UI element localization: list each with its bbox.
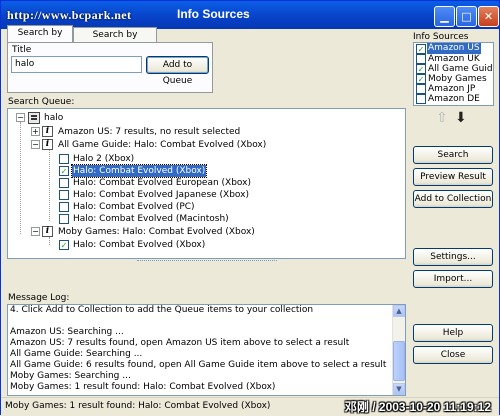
info-icon: i [42, 139, 53, 150]
log-line: 4. Click Add to Collection to add the Qu… [10, 305, 314, 315]
log-line: All Game Guide: Searching ... [10, 349, 143, 359]
search-queue-label: Search Queue: [8, 97, 75, 107]
tree-result-item[interactable]: Halo: Combat Evolved European (Xbox) [73, 177, 251, 189]
source-item-amazon-de[interactable]: Amazon DE [414, 93, 493, 105]
search-by-title-panel: Title halo Add to Queue [7, 42, 213, 93]
tab-search-by-title[interactable]: Search by Title [7, 25, 73, 52]
expand-collapse-icon[interactable]: − [31, 140, 40, 149]
move-down-arrow-icon[interactable]: ⬇ [455, 111, 467, 125]
title-input[interactable]: halo [11, 56, 142, 73]
splitter[interactable] [7, 259, 406, 265]
log-line: Moby Games: 1 result found: Halo: Combat… [10, 382, 276, 392]
result-checkbox[interactable] [59, 154, 69, 164]
checkbox[interactable] [416, 94, 426, 104]
tree-result-item[interactable]: Halo: Combat Evolved (PC) [73, 201, 195, 213]
result-checkbox[interactable] [59, 240, 69, 250]
tree-line [49, 146, 50, 221]
move-up-arrow-icon[interactable]: ⇧ [436, 111, 448, 125]
message-log[interactable]: 4. Click Add to Collection to add the Qu… [7, 304, 406, 396]
info-icon: i [42, 126, 53, 137]
window-title: Info Sources [177, 7, 250, 21]
log-line: All Game Guide: 6 results found, open Al… [10, 360, 387, 370]
minimize-icon: ▁ [440, 10, 449, 23]
tree-node-moby-games[interactable]: Moby Games: Halo: Combat Evolved (Xbox) [58, 226, 255, 238]
info-sources-list[interactable]: Amazon US Amazon UK All Game Guide Moby … [413, 42, 494, 106]
tree-result-item[interactable]: Halo: Combat Evolved (Xbox) [73, 239, 205, 251]
import-button[interactable]: Import... [413, 270, 493, 288]
info-sources-window: Info Sources http://www.bcpark.net ▁ □ ✕… [0, 0, 500, 416]
search-queue-tree[interactable]: − halo + i Amazon US: 7 results, no resu… [7, 108, 406, 259]
tree-result-item[interactable]: Halo 2 (Xbox) [73, 153, 134, 165]
close-window-button[interactable]: ✕ [478, 6, 499, 27]
tree-result-item[interactable]: Halo: Combat Evolved Japanese (Xbox) [73, 189, 249, 201]
date-stamp: 邓刚 / 2003-10-20 11:19:12 [344, 400, 491, 414]
info-sources-label: Info Sources [413, 32, 469, 42]
scroll-up-arrow-icon[interactable]: ▲ [393, 305, 405, 317]
tree-line [49, 237, 50, 245]
maximize-icon: □ [461, 10, 472, 23]
minimize-button[interactable]: ▁ [434, 6, 455, 27]
add-to-queue-button[interactable]: Add to Queue [146, 56, 209, 86]
close-icon: ✕ [483, 10, 494, 23]
status-bar: Moby Games: 1 result found: Halo: Combat… [1, 397, 499, 416]
result-checkbox[interactable] [59, 178, 69, 188]
scroll-thumb[interactable] [393, 341, 405, 381]
result-checkbox[interactable] [59, 214, 69, 224]
tree-root-label[interactable]: halo [44, 112, 63, 124]
log-line: Amazon US: 7 results found, open Amazon … [10, 338, 350, 348]
result-checkbox[interactable] [59, 202, 69, 212]
result-checkbox[interactable] [59, 190, 69, 200]
log-line: Amazon US: Searching ... [10, 327, 124, 337]
tree-node-amazon-us[interactable]: Amazon US: 7 results, no result selected [58, 126, 240, 138]
title-label: Title [12, 45, 32, 55]
scroll-down-arrow-icon[interactable]: ▼ [393, 383, 405, 395]
expand-collapse-icon[interactable]: − [16, 113, 25, 122]
tree-result-item[interactable]: Halo: Combat Evolved (Macintosh) [73, 213, 229, 225]
info-icon: i [42, 226, 53, 237]
tab-search-by-barcode[interactable]: Search by Barcode [73, 27, 157, 54]
title-bar[interactable]: Info Sources http://www.bcpark.net ▁ □ ✕ [1, 1, 499, 29]
result-checkbox[interactable] [59, 166, 69, 176]
status-text: Moby Games: 1 result found: Halo: Combat… [5, 401, 271, 411]
expand-collapse-icon[interactable]: − [31, 227, 40, 236]
splitter-grip[interactable] [137, 260, 277, 264]
settings-button[interactable]: Settings... [413, 248, 493, 266]
watermark-text: http://www.bcpark.net [7, 8, 132, 22]
log-scrollbar[interactable]: ▲ ▼ [392, 305, 405, 395]
maximize-button[interactable]: □ [456, 6, 477, 27]
search-button[interactable]: Search [413, 146, 493, 164]
add-to-collection-button[interactable]: Add to Collection [413, 190, 493, 208]
tree-result-item-selected[interactable]: Halo: Combat Evolved (Xbox) [70, 164, 208, 178]
tree-node-all-game-guide[interactable]: All Game Guide: Halo: Combat Evolved (Xb… [58, 139, 266, 151]
tree-line [20, 122, 21, 234]
help-button[interactable]: Help [413, 324, 493, 342]
log-line: Moby Games: Searching ... [10, 371, 131, 381]
preview-result-button[interactable]: Preview Result [413, 168, 493, 186]
search-node-icon [28, 112, 40, 124]
close-button[interactable]: Close [413, 346, 493, 364]
expand-collapse-icon[interactable]: + [31, 127, 40, 136]
message-log-label: Message Log: [8, 293, 70, 303]
